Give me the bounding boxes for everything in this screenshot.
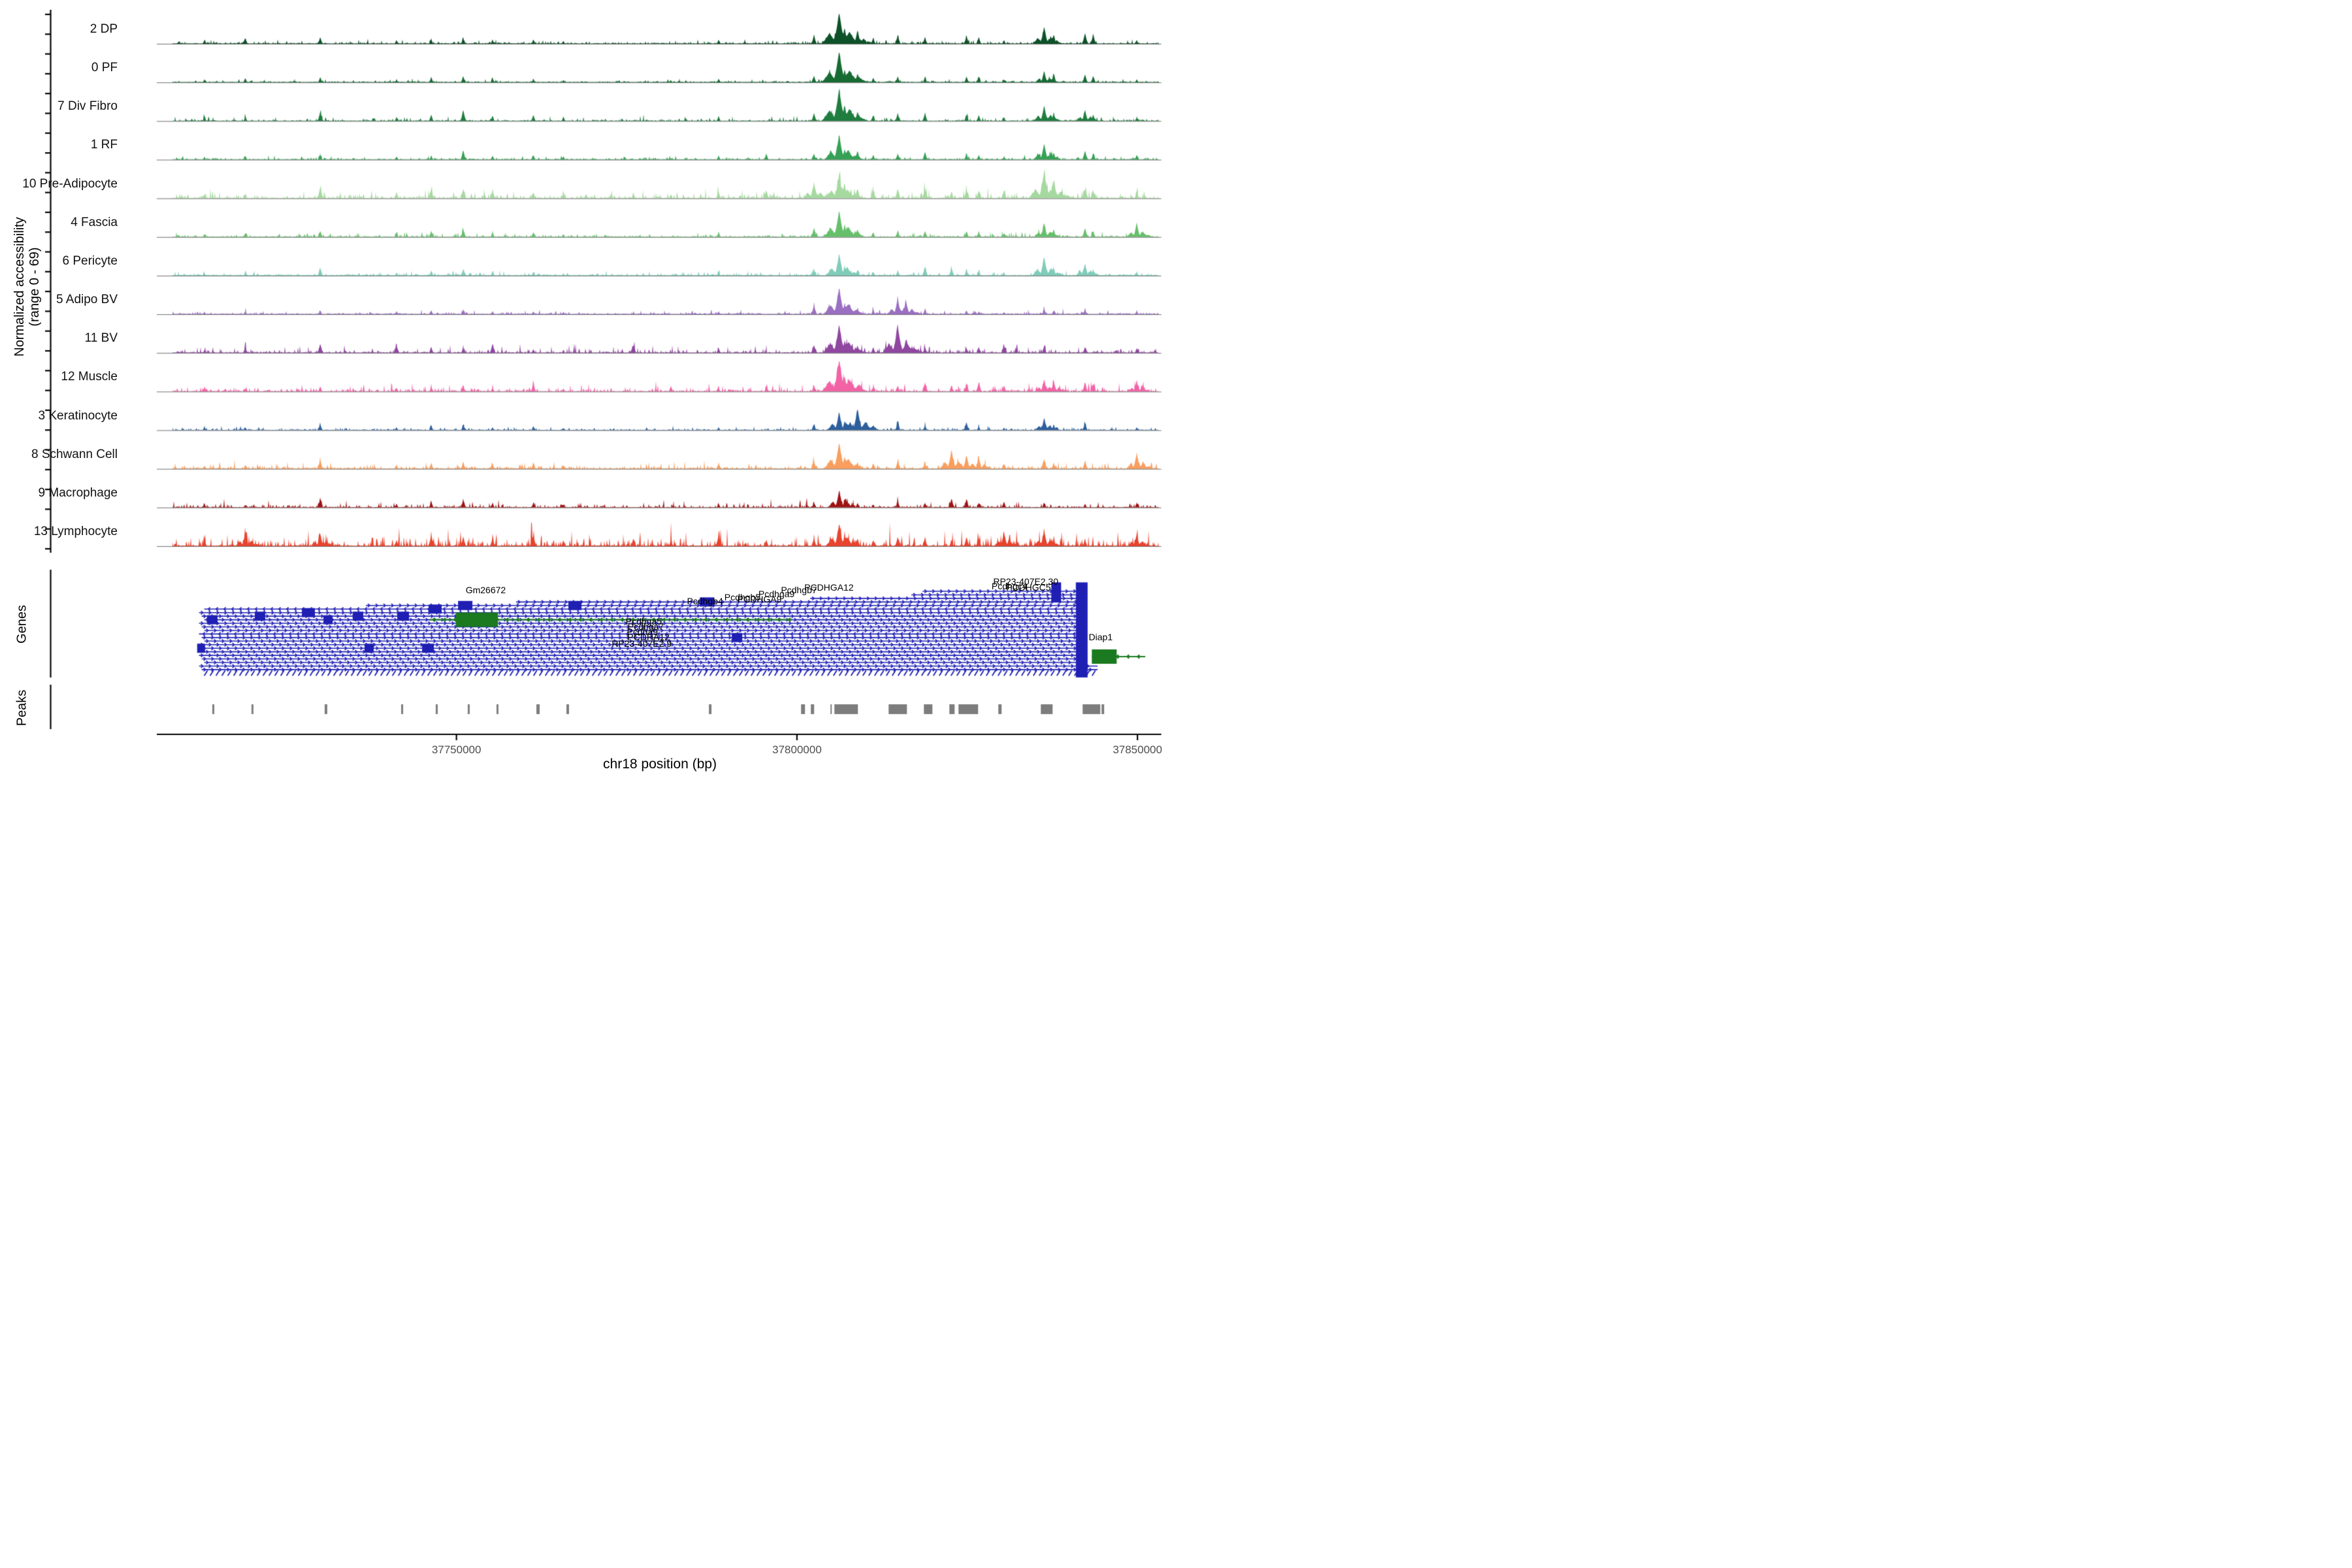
x-tick-label: 37850000 [1113,743,1162,757]
track-label: 0 PF [0,61,118,75]
track-label: 8 Schwann Cell [0,448,118,462]
track-label: 4 Fascia [0,216,118,230]
gene-label: PCDHGA12 [804,582,853,593]
track-label: 10 Pre-Adipocyte [0,177,118,191]
track-label: 2 DP [0,22,118,37]
gene-label: Diap1 [1088,632,1113,642]
gene-label: PCDHGA9 [738,594,782,604]
gene-label: Pcdhgb4 [687,596,723,606]
gene-label: PCDHGC5 [1006,582,1051,593]
genes-panel-label: Genes [15,598,30,651]
track-label: 5 Adipo BV [0,293,118,307]
peaks-panel-label: Peaks [15,682,30,734]
track-label: 12 Muscle [0,370,118,384]
track-label: 3 Keratinocyte [0,409,118,423]
track-label: 13 Lymphocyte [0,525,118,539]
x-axis-title: chr18 position (bp) [603,757,717,772]
tracks-canvas [0,0,1176,784]
genome-browser-figure: Normalized accessibility (range 0 - 69) … [0,0,1176,784]
track-label: 9 Macrophage [0,486,118,500]
track-label: 7 Div Fibro [0,99,118,114]
gene-label: Gm26672 [466,585,506,595]
track-label: 6 Pericyte [0,254,118,269]
x-tick-label: 37800000 [772,743,822,757]
track-label: 11 BV [0,331,118,346]
track-label: 1 RF [0,138,118,152]
gene-label: RP23-407E2.9 [612,638,672,649]
x-tick-label: 37750000 [432,743,482,757]
